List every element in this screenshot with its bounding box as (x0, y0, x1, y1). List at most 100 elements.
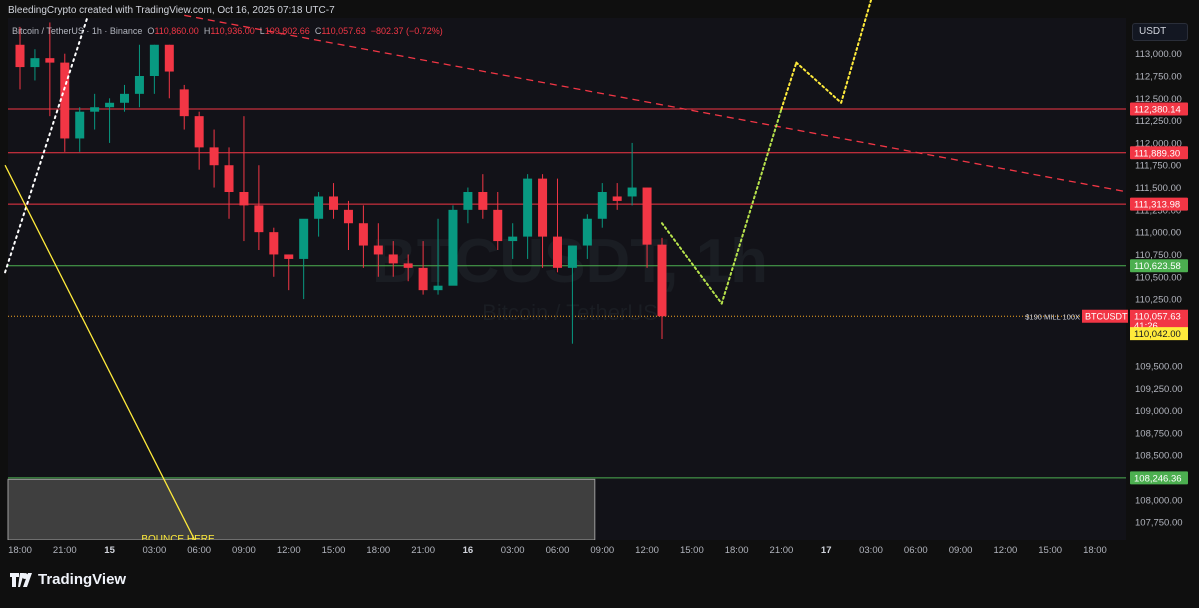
price-tick-label: 109,250.00 (1135, 384, 1183, 395)
time-tick-label: 18:00 (1083, 545, 1107, 556)
high-value: 110,936.00 (210, 26, 255, 36)
candle-body-23[interactable] (358, 223, 368, 246)
time-tick-label: 21:00 (770, 545, 794, 556)
time-tick-label: 03:00 (142, 545, 166, 556)
price-chart[interactable]: BTCUSDT, 1hBitcoin / TetherUS BOUNCE HER… (0, 0, 1199, 603)
currency-button[interactable]: USDT (1132, 23, 1188, 41)
candle-body-28[interactable] (433, 285, 443, 291)
time-tick-label: 18:00 (725, 545, 749, 556)
time-tick-label: 15:00 (1038, 545, 1062, 556)
time-tick-label: 09:00 (949, 545, 973, 556)
price-tick-label: 110,250.00 (1135, 295, 1182, 306)
candle-body-10[interactable] (164, 44, 174, 72)
time-tick-label: 12:00 (635, 545, 659, 556)
candle-body-11[interactable] (179, 89, 189, 117)
time-tick-label: 17 (821, 545, 832, 556)
watermark-name: Bitcoin / TetherUS (482, 300, 658, 325)
time-tick-label: 18:00 (8, 545, 32, 556)
price-tick-label: 108,750.00 (1135, 428, 1183, 439)
candle-body-16[interactable] (254, 205, 264, 233)
time-tick-label: 03:00 (859, 545, 883, 556)
candle-body-3[interactable] (60, 62, 70, 139)
candle-body-9[interactable] (149, 44, 159, 76)
level-price-label: 111,889.30 (1134, 148, 1180, 159)
candle-body-4[interactable] (75, 111, 85, 139)
candle-body-31[interactable] (478, 192, 488, 210)
time-tick-label: 21:00 (411, 545, 435, 556)
price-tick-label: 110,500.00 (1135, 272, 1182, 283)
candle-body-15[interactable] (239, 192, 249, 206)
level-price-label: 110,623.58 (1134, 261, 1181, 272)
candle-body-26[interactable] (403, 263, 413, 268)
candle-body-19[interactable] (299, 218, 309, 259)
candle-body-43[interactable] (657, 244, 667, 317)
candle-body-41[interactable] (627, 187, 637, 197)
candle-body-27[interactable] (418, 267, 428, 291)
candle-body-2[interactable] (45, 58, 55, 63)
time-tick-label: 09:00 (590, 545, 614, 556)
price-tick-label: 112,750.00 (1135, 72, 1182, 83)
brand-name: TradingView (38, 571, 127, 588)
candle-body-20[interactable] (314, 196, 324, 219)
level-price-label: 108,246.36 (1134, 473, 1182, 484)
chart-caption: BleedingCrypto created with TradingView.… (8, 5, 335, 16)
candle-body-1[interactable] (30, 58, 40, 68)
candle-body-12[interactable] (194, 116, 204, 148)
candle-body-42[interactable] (642, 187, 652, 245)
candle-body-17[interactable] (269, 232, 279, 255)
candle-body-8[interactable] (134, 76, 144, 94)
level-price-label: 111,313.98 (1134, 200, 1180, 211)
candle-body-25[interactable] (388, 254, 398, 264)
symbol-name[interactable]: Bitcoin / TetherUS · 1h · Binance (12, 26, 142, 36)
candle-body-29[interactable] (448, 209, 458, 286)
price-tick-label: 111,000.00 (1135, 228, 1181, 239)
candle-body-34[interactable] (523, 178, 533, 237)
candle-body-37[interactable] (567, 245, 577, 268)
tradingview-icon (10, 572, 32, 587)
time-tick-label: 21:00 (53, 545, 77, 556)
candle-body-14[interactable] (224, 165, 234, 192)
time-tick-label: 03:00 (501, 545, 525, 556)
symbol-tag-label: BTCUSDT (1085, 312, 1128, 322)
candle-body-39[interactable] (597, 192, 607, 219)
change-value: −802.37 (−0.72%) (370, 26, 443, 36)
candle-body-32[interactable] (493, 209, 503, 242)
candle-body-22[interactable] (343, 209, 353, 224)
secondary-price-label: 110,042.00 (1134, 329, 1181, 340)
time-tick-label: 06:00 (904, 545, 928, 556)
candle-body-21[interactable] (329, 196, 339, 210)
candle-body-35[interactable] (538, 178, 548, 237)
candle-body-6[interactable] (105, 102, 115, 108)
candle-body-18[interactable] (284, 254, 294, 259)
tradingview-logo[interactable]: TradingView (10, 571, 126, 588)
time-tick-label: 06:00 (187, 545, 211, 556)
candle-body-13[interactable] (209, 147, 219, 166)
time-tick-label: 15 (104, 545, 115, 556)
chart-frame: BTCUSDT, 1h Bitcoin / TetherUS BOUNCE HER… (0, 0, 1199, 603)
price-tick-label: 113,000.00 (1135, 49, 1182, 60)
price-tick-label: 109,500.00 (1135, 362, 1183, 373)
price-tick-label: 109,000.00 (1135, 406, 1183, 417)
symbol-legend: Bitcoin / TetherUS · 1h · Binance O110,8… (12, 26, 443, 36)
time-tick-label: 16 (463, 545, 474, 556)
time-tick-label: 15:00 (322, 545, 346, 556)
candle-body-40[interactable] (612, 196, 622, 201)
candle-body-38[interactable] (582, 218, 592, 246)
bounce-zone[interactable] (7, 478, 596, 541)
open-value: 110,860.00 (154, 26, 199, 36)
candle-body-24[interactable] (373, 245, 383, 255)
price-tick-label: 108,000.00 (1135, 495, 1183, 506)
candle-body-33[interactable] (508, 236, 518, 242)
time-tick-label: 18:00 (366, 545, 390, 556)
candle-body-36[interactable] (552, 236, 562, 268)
price-tick-label: 112,250.00 (1135, 116, 1182, 127)
candle-body-30[interactable] (463, 192, 473, 210)
time-tick-label: 09:00 (232, 545, 256, 556)
candle-body-0[interactable] (15, 44, 25, 68)
level-price-label: 112,380.14 (1134, 105, 1181, 116)
time-tick-label: 12:00 (277, 545, 301, 556)
time-tick-label: 15:00 (680, 545, 704, 556)
candle-body-5[interactable] (90, 107, 100, 112)
candle-body-7[interactable] (120, 93, 130, 103)
close-value: 110,057.63 (321, 26, 366, 36)
